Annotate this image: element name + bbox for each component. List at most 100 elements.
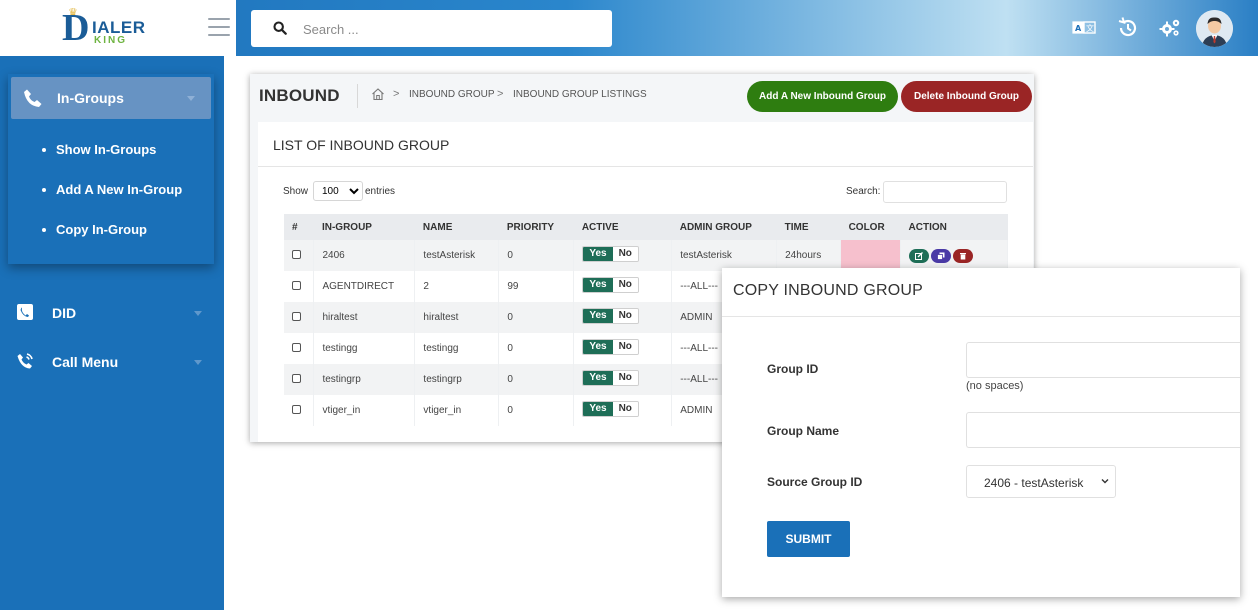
logo-sub: KING bbox=[94, 35, 127, 46]
trash-icon[interactable] bbox=[953, 248, 974, 263]
cell-active: Yes No bbox=[573, 302, 673, 333]
col-header[interactable]: TIME bbox=[776, 214, 841, 240]
svg-text:文: 文 bbox=[1086, 23, 1094, 33]
group-id-field[interactable] bbox=[966, 342, 1240, 378]
submenu-show-in-groups[interactable]: Show In-Groups bbox=[42, 142, 156, 157]
source-group-label: Source Group ID bbox=[767, 475, 863, 489]
cell-ingroup: 2406 bbox=[313, 240, 416, 271]
translate-icon[interactable]: A 文 bbox=[1072, 16, 1096, 40]
logo-area: ♛ D IALER KING bbox=[0, 0, 236, 56]
row-checkbox[interactable] bbox=[292, 373, 301, 383]
source-group-select[interactable]: 2406 - testAsterisk bbox=[966, 465, 1116, 498]
active-toggle[interactable]: Yes No bbox=[582, 401, 639, 417]
row-checkbox[interactable] bbox=[292, 249, 301, 259]
submenu-add-in-group[interactable]: Add A New In-Group bbox=[42, 182, 182, 197]
cell-priority: 99 bbox=[498, 271, 575, 302]
cell-admin-group: testAsterisk bbox=[671, 240, 778, 271]
search-icon bbox=[273, 21, 287, 35]
row-checkbox[interactable] bbox=[292, 280, 301, 290]
col-header[interactable]: NAME bbox=[414, 214, 499, 240]
sidebar-item-did[interactable]: DID bbox=[0, 293, 224, 333]
col-header[interactable]: ACTION bbox=[900, 214, 1008, 240]
row-checkbox[interactable] bbox=[292, 311, 301, 321]
active-toggle[interactable]: Yes No bbox=[582, 277, 639, 293]
cell-active: Yes No bbox=[573, 364, 673, 395]
svg-text:A: A bbox=[1075, 24, 1082, 33]
col-header[interactable]: IN-GROUP bbox=[313, 214, 415, 240]
edit-icon[interactable] bbox=[909, 248, 930, 263]
submit-button[interactable]: SUBMIT bbox=[767, 521, 850, 557]
cell-priority: 0 bbox=[498, 364, 575, 395]
cell-priority: 0 bbox=[498, 240, 575, 271]
row-checkbox[interactable] bbox=[292, 342, 301, 352]
cell-ingroup: vtiger_in bbox=[313, 395, 416, 426]
phone-icon bbox=[24, 89, 42, 107]
cell-priority: 0 bbox=[498, 395, 575, 426]
table-search-input[interactable] bbox=[883, 181, 1007, 203]
col-header[interactable]: ADMIN GROUP bbox=[671, 214, 777, 240]
submenu-copy-in-group[interactable]: Copy In-Group bbox=[42, 222, 147, 237]
group-name-field[interactable] bbox=[966, 412, 1240, 448]
entries-select[interactable]: 100 bbox=[313, 181, 363, 201]
cell-time: 24hours bbox=[776, 240, 842, 271]
modal-title: COPY INBOUND GROUP bbox=[733, 282, 923, 299]
search-bar bbox=[251, 10, 612, 47]
chevron-down-icon bbox=[1101, 479, 1109, 484]
bullet-icon bbox=[42, 227, 46, 232]
cell-active: Yes No bbox=[573, 333, 673, 364]
show-label: Show bbox=[283, 186, 309, 197]
active-toggle[interactable]: Yes No bbox=[582, 246, 639, 262]
chevron-right-icon: > bbox=[393, 88, 400, 100]
logo-letter: D bbox=[62, 7, 90, 49]
sidebar-item-in-groups[interactable]: In-Groups bbox=[11, 77, 211, 119]
phone-ring-icon bbox=[17, 353, 33, 369]
cell-ingroup: testingrp bbox=[313, 364, 416, 395]
settings-gears-icon[interactable] bbox=[1158, 16, 1182, 40]
user-avatar[interactable] bbox=[1196, 10, 1233, 47]
copy-icon[interactable] bbox=[931, 248, 952, 263]
home-icon[interactable] bbox=[371, 87, 385, 101]
col-header[interactable]: PRIORITY bbox=[498, 214, 574, 240]
cell-ingroup: hiraltest bbox=[313, 302, 416, 333]
copy-inbound-group-modal: COPY INBOUND GROUP Group ID (no spaces) … bbox=[722, 268, 1240, 597]
cell-name: testingrp bbox=[414, 364, 500, 395]
cell-priority: 0 bbox=[498, 333, 575, 364]
phone-book-icon bbox=[17, 304, 33, 320]
group-name-label: Group Name bbox=[767, 424, 840, 438]
divider bbox=[722, 316, 1240, 317]
page-title: INBOUND bbox=[259, 86, 340, 105]
hamburger-menu-icon[interactable] bbox=[208, 18, 230, 38]
search-input[interactable] bbox=[303, 18, 593, 40]
breadcrumb-inbound-group[interactable]: INBOUND GROUP bbox=[409, 89, 495, 100]
cell-action bbox=[900, 240, 1008, 271]
sidebar-item-label: In-Groups bbox=[57, 90, 124, 106]
chevron-down-icon bbox=[187, 96, 195, 101]
cell-active: Yes No bbox=[573, 240, 673, 271]
cell-name: 2 bbox=[414, 271, 500, 302]
active-toggle[interactable]: Yes No bbox=[582, 370, 639, 386]
submenu-label: Add A New In-Group bbox=[56, 182, 183, 197]
group-id-label: Group ID bbox=[767, 362, 819, 376]
active-toggle[interactable]: Yes No bbox=[582, 308, 639, 324]
add-inbound-group-button[interactable]: Add A New Inbound Group bbox=[747, 81, 898, 112]
delete-inbound-group-button[interactable]: Delete Inbound Group bbox=[901, 81, 1032, 112]
cell-priority: 0 bbox=[498, 302, 575, 333]
chevron-down-icon bbox=[194, 311, 202, 316]
history-icon[interactable] bbox=[1116, 16, 1140, 40]
col-header[interactable]: ACTIVE bbox=[573, 214, 672, 240]
logo[interactable]: ♛ D IALER KING bbox=[62, 7, 152, 49]
row-checkbox[interactable] bbox=[292, 404, 301, 414]
col-header[interactable]: # bbox=[284, 214, 314, 240]
cell-active: Yes No bbox=[573, 395, 673, 426]
table-header-row: # IN-GROUP NAME PRIORITY ACTIVE ADMIN GR… bbox=[284, 214, 1008, 240]
user-avatar-icon bbox=[1196, 10, 1233, 47]
sidebar-item-label: Call Menu bbox=[52, 354, 119, 370]
row-checkbox-cell bbox=[284, 395, 315, 426]
sidebar-item-call-menu[interactable]: Call Menu bbox=[0, 342, 224, 382]
source-group-value: 2406 - testAsterisk bbox=[984, 476, 1084, 490]
row-checkbox-cell bbox=[284, 240, 315, 271]
active-toggle[interactable]: Yes No bbox=[582, 339, 639, 355]
list-title: LIST OF INBOUND GROUP bbox=[273, 137, 450, 153]
divider bbox=[258, 166, 1033, 167]
col-header[interactable]: COLOR bbox=[840, 214, 901, 240]
